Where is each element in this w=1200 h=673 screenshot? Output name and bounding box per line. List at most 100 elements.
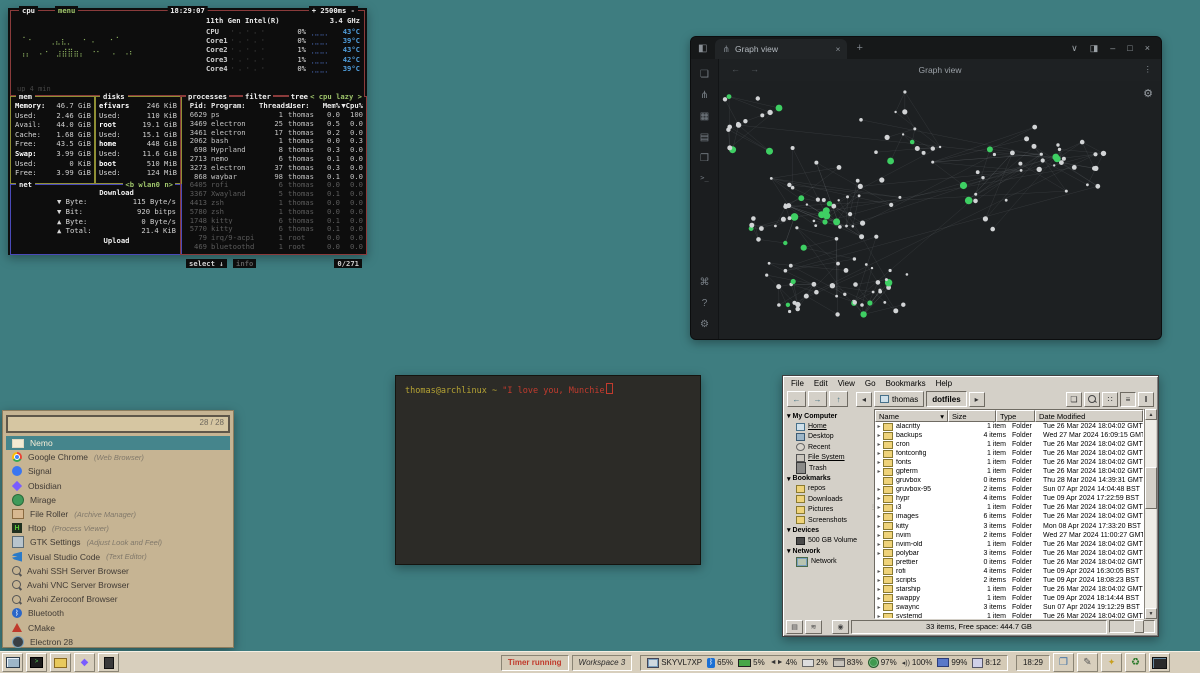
row-expander-icon[interactable]: ▸ <box>875 504 883 511</box>
sidebar-item-home[interactable]: Home <box>785 421 869 431</box>
breadcrumb-scroll-right[interactable]: ▸ <box>969 392 985 407</box>
table-row[interactable]: ▸systemd1 itemFolderTue 26 Mar 2024 18:0… <box>875 612 1143 618</box>
treeview-toggle-button[interactable]: ≋ <box>805 620 822 634</box>
table-row[interactable]: ▸swappy1 itemFolderTue 09 Apr 2024 18:14… <box>875 594 1143 603</box>
tab-graph-view[interactable]: ⋔ Graph view × <box>715 39 847 59</box>
tray-item[interactable]: 99% <box>937 658 967 667</box>
row-expander-icon[interactable]: ▸ <box>875 604 883 611</box>
row-expander-icon[interactable]: ▸ <box>875 586 883 593</box>
sidebar-item-trash[interactable]: Trash <box>785 463 869 473</box>
templates-icon[interactable]: ❒ <box>700 153 709 164</box>
table-row[interactable]: ▸fontconfig1 itemFolderTue 26 Mar 2024 1… <box>875 449 1143 458</box>
tray-item[interactable]: 97% <box>868 657 897 668</box>
tray-item[interactable]: SKYVL7XP <box>647 658 702 668</box>
row-expander-icon[interactable]: ▸ <box>875 541 883 548</box>
process-row[interactable]: 5770kitty6thomas0.10.0 <box>181 224 366 233</box>
btop-menu-button[interactable]: menu <box>55 6 78 15</box>
row-expander-icon[interactable]: ▸ <box>875 486 883 493</box>
menu-file[interactable]: File <box>786 379 809 388</box>
launcher-item-google-chrome[interactable]: Google Chrome(Web Browser) <box>6 450 230 464</box>
launcher-recycle-icon[interactable]: ♻ <box>1125 653 1146 672</box>
table-row[interactable]: ▸fonts1 itemFolderTue 26 Mar 2024 18:04:… <box>875 458 1143 467</box>
sidebar-item-screenshots[interactable]: Screenshots <box>785 515 869 525</box>
file-list-scrollbar[interactable]: ▲ ▼ <box>1144 409 1156 619</box>
launcher-item-avahi-zeroconf-browser[interactable]: Avahi Zeroconf Browser <box>6 592 230 606</box>
process-row[interactable]: 6405rofi6thomas0.00.0 <box>181 180 366 189</box>
process-row[interactable]: 79irq/9-acpi1root0.00.0 <box>181 233 366 242</box>
row-expander-icon[interactable]: ▸ <box>875 577 883 584</box>
tray-item[interactable]: ◄►4% <box>770 658 797 667</box>
minimize-button[interactable]: – <box>1110 43 1115 53</box>
table-row[interactable]: ▸nvim-old1 itemFolderTue 26 Mar 2024 18:… <box>875 540 1143 549</box>
table-row[interactable]: prettier0 itemsFolderTue 26 Mar 2024 18:… <box>875 558 1143 567</box>
sidebar-item-pictures[interactable]: Pictures <box>785 505 869 515</box>
launcher-window-icon[interactable]: ❐ <box>1053 653 1074 672</box>
table-row[interactable]: ▸gruvbox-952 itemsFolderSun 07 Apr 2024 … <box>875 485 1143 494</box>
btop-mem-title[interactable]: mem <box>16 92 35 101</box>
sidebar-toggle-icon[interactable]: ◧ <box>698 43 707 54</box>
launcher-item-mirage[interactable]: Mirage <box>6 493 230 507</box>
graph-settings-gear-icon[interactable]: ⚙ <box>1143 87 1153 100</box>
table-row[interactable]: ▸hypr4 itemsFolderTue 09 Apr 2024 17:22:… <box>875 494 1143 503</box>
launcher-item-cmake[interactable]: CMake <box>6 620 230 634</box>
zoom-slider[interactable] <box>1109 620 1155 633</box>
processes-filter-button[interactable]: filter <box>243 92 273 101</box>
search-button[interactable] <box>1084 392 1100 407</box>
process-row[interactable]: 3461electron17thomas0.20.0 <box>181 128 366 137</box>
launcher-keys-icon[interactable]: ✦ <box>1101 653 1122 672</box>
launcher-notes-icon[interactable]: ✎ <box>1077 653 1098 672</box>
row-expander-icon[interactable]: ▸ <box>875 550 883 557</box>
process-row[interactable]: 4413zsh1thomas0.00.0 <box>181 198 366 207</box>
launcher-item-bluetooth[interactable]: Bluetooth <box>6 606 230 620</box>
sidebar-item-downloads[interactable]: Downloads <box>785 494 869 504</box>
show-hidden-toggle-button[interactable]: ◉ <box>832 620 849 634</box>
terminal-icon[interactable]: >_ <box>700 174 708 182</box>
row-expander-icon[interactable]: ▸ <box>875 441 883 448</box>
process-row[interactable]: 6629ps1thomas0.0100 <box>181 110 366 119</box>
table-row[interactable]: ▸alacritty1 itemFolderTue 26 Mar 2024 18… <box>875 422 1143 431</box>
launcher-item-avahi-ssh-server-browser[interactable]: Avahi SSH Server Browser <box>6 564 230 578</box>
open-terminal-button[interactable]: ❏ <box>1066 392 1082 407</box>
btop-cpu-title[interactable]: cpu <box>19 6 38 15</box>
sidebar-item-500-gb-volume[interactable]: 500 GB Volume <box>785 536 869 546</box>
sidebar-section-header[interactable]: ▾Network <box>785 546 869 556</box>
process-row[interactable]: 5780zsh1thomas0.00.0 <box>181 207 366 216</box>
breadcrumb-scroll-left[interactable]: ◂ <box>856 392 872 407</box>
table-row[interactable]: ▸swaync3 itemsFolderSun 07 Apr 2024 19:1… <box>875 603 1143 612</box>
row-expander-icon[interactable]: ▸ <box>875 532 883 539</box>
table-row[interactable]: ▸images6 itemsFolderTue 26 Mar 2024 18:0… <box>875 512 1143 521</box>
more-options-icon[interactable]: ⋮ <box>1144 64 1153 75</box>
process-row[interactable]: 3273electron37thomas0.30.0 <box>181 163 366 172</box>
row-expander-icon[interactable]: ▸ <box>875 423 883 430</box>
launcher-display-icon[interactable] <box>1149 653 1170 672</box>
row-expander-icon[interactable]: ▸ <box>875 432 883 439</box>
scrollbar-thumb[interactable] <box>1145 467 1157 509</box>
terminal-window[interactable]: thomas@archlinux ~ "I love you, Munchie <box>395 375 701 565</box>
row-expander-icon[interactable]: ▸ <box>875 513 883 520</box>
column-name[interactable]: Name▾ <box>875 410 948 422</box>
maximize-button[interactable]: □ <box>1127 43 1132 53</box>
process-row[interactable]: 868waybar98thomas0.10.0 <box>181 172 366 181</box>
launcher-obsidian-icon[interactable]: ◆ <box>74 653 95 672</box>
pane-toggle-icon[interactable]: ◨ <box>1090 43 1099 54</box>
graph-canvas[interactable]: ⚙ <box>719 81 1161 339</box>
btop-interval-control[interactable]: + 2500ms - <box>309 6 358 15</box>
tray-item[interactable]: ◂))100% <box>902 658 933 667</box>
sidebar-section-header[interactable]: ▾Bookmarks <box>785 473 869 483</box>
launcher-item-obsidian[interactable]: Obsidian <box>6 479 230 493</box>
breadcrumb-current[interactable]: dotfiles <box>926 391 966 407</box>
process-row[interactable]: 1748kitty6thomas0.10.0 <box>181 216 366 225</box>
sidebar-section-header[interactable]: ▾My Computer <box>785 411 869 421</box>
menu-go[interactable]: Go <box>860 379 881 388</box>
tray-item[interactable]: ᛒ65% <box>707 658 733 668</box>
table-row[interactable]: ▸scripts2 itemsFolderTue 09 Apr 2024 18:… <box>875 576 1143 585</box>
row-expander-icon[interactable]: ▸ <box>875 568 883 575</box>
sidebar-item-network[interactable]: Network <box>785 556 869 566</box>
menu-help[interactable]: Help <box>931 379 957 388</box>
daily-note-icon[interactable]: ▤ <box>700 132 709 143</box>
process-row[interactable]: 2062bash1thomas0.00.3 <box>181 136 366 145</box>
table-row[interactable]: ▸polybar3 itemsFolderTue 26 Mar 2024 18:… <box>875 549 1143 558</box>
table-row[interactable]: ▸kitty3 itemsFolderMon 08 Apr 2024 17:33… <box>875 522 1143 531</box>
menu-view[interactable]: View <box>833 379 860 388</box>
settings-gear-icon[interactable]: ⚙ <box>700 319 709 330</box>
